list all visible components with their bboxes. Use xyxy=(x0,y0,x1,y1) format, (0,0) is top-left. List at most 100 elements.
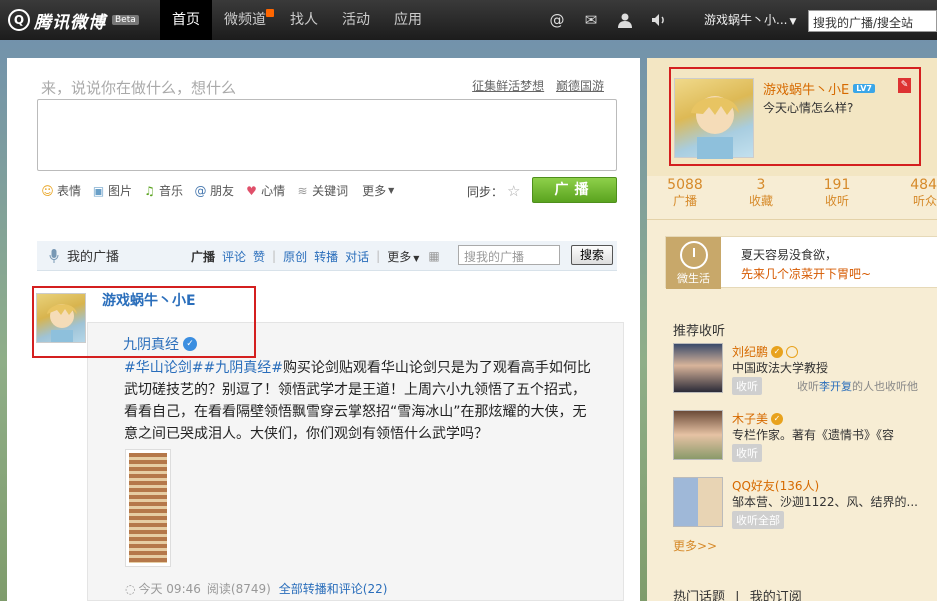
filter-original[interactable]: 原创 xyxy=(283,248,307,265)
divider xyxy=(647,219,937,220)
recommend-desc: 专栏作家。著有《遗情书》《容 xyxy=(732,428,895,442)
highlight-box xyxy=(32,286,256,358)
all-reposts-link[interactable]: 全部转播和评论(22) xyxy=(279,580,388,597)
compose-textarea[interactable] xyxy=(37,99,617,171)
topic-link[interactable]: #九阴真经# xyxy=(203,360,282,376)
feed-filters: 广播 评论 赞 | 原创 转播 对话 | 更多 ▼ ▦ xyxy=(191,241,440,271)
stat-broadcasts[interactable]: 5088 广播 xyxy=(647,177,723,213)
calendar-icon[interactable]: ▦ xyxy=(428,249,439,263)
recommend-name-link[interactable]: 刘纪鹏 ✓ xyxy=(732,343,799,360)
keyword-tool[interactable]: ≋ 关键词 xyxy=(295,182,349,199)
user-menu-label: 游戏蜗牛丶小... xyxy=(704,13,788,27)
recommend-reason-post: 的人也收听他 xyxy=(852,380,918,393)
stat-followers-count: 484 xyxy=(910,177,937,193)
user-menu[interactable]: 游戏蜗牛丶小... ▼ xyxy=(704,0,796,40)
filter-divider: | xyxy=(272,249,277,263)
post-meta: ◌ 今天 09:46 阅读(8749) 全部转播和评论(22) xyxy=(125,580,387,597)
heart-icon: ♥ xyxy=(246,183,257,198)
mail-icon[interactable]: ✉ xyxy=(582,11,600,29)
recommend-name: 木子美 xyxy=(732,412,769,426)
recommend-name-link[interactable]: QQ好友(136人) xyxy=(732,477,819,494)
post-button[interactable]: 广播 xyxy=(532,177,617,203)
highlight-box xyxy=(669,67,921,166)
person-icon[interactable] xyxy=(616,11,634,29)
tab-my-subscriptions[interactable]: 我的订阅 xyxy=(750,590,802,601)
nav-apps[interactable]: 应用 xyxy=(382,0,434,40)
recommend-name-link[interactable]: 木子美 ✓ xyxy=(732,410,784,427)
post-time[interactable]: 今天 09:46 xyxy=(138,580,200,597)
stat-favorites[interactable]: 3 收藏 xyxy=(723,177,799,213)
filter-more[interactable]: 更多 ▼ xyxy=(387,248,419,265)
more-recommend-link[interactable]: 更多>> xyxy=(673,537,717,554)
star-icon[interactable]: ☆ xyxy=(507,182,520,200)
beta-badge: Beta xyxy=(112,15,139,25)
verified-icon: ✓ xyxy=(771,345,784,358)
recommend-reason-link[interactable]: 李开复 xyxy=(819,380,852,393)
microphone-icon xyxy=(49,248,59,263)
filter-broadcast[interactable]: 广播 xyxy=(191,248,215,265)
music-icon: ♫ xyxy=(144,183,155,198)
top-icon-group: @ ✉ xyxy=(548,0,668,40)
tab-hot-topics[interactable]: 热门话题 xyxy=(673,590,725,601)
friend-tool[interactable]: @ 朋友 xyxy=(193,182,235,199)
quoted-post: 九阴真经 ✓ #华山论剑##九阴真经#购买论剑贴观看华山论剑只是为了观看高手如何比… xyxy=(87,322,624,601)
nav-events[interactable]: 活动 xyxy=(330,0,382,40)
logo-icon: Q xyxy=(8,9,30,31)
recommend-item: 刘纪鹏 ✓ 中国政法大学教授 收听 收听李开复的人也收听他 xyxy=(673,343,937,398)
sync-option: 同步： ☆ xyxy=(467,182,520,200)
recommend-avatar[interactable] xyxy=(673,343,723,393)
feed-search-input[interactable]: 搜我的广播 xyxy=(458,245,560,265)
mention-icon[interactable]: @ xyxy=(548,11,566,29)
recommend-title: 推荐收听 xyxy=(673,324,726,339)
nav-home[interactable]: 首页 xyxy=(160,0,212,40)
follow-button[interactable]: 收听 xyxy=(732,377,762,395)
stat-following[interactable]: 191 收听 xyxy=(799,177,875,213)
logo-text: 腾讯微博 xyxy=(34,12,106,33)
filter-conversations[interactable]: 对话 xyxy=(345,248,369,265)
recommend-item: QQ好友(136人) 邹本营、沙迦1122、风、结界的... 收听全部 xyxy=(673,477,937,532)
follow-button[interactable]: 收听 xyxy=(732,444,762,462)
topic-link[interactable]: #华山论剑# xyxy=(124,360,203,376)
at-icon: @ xyxy=(194,183,207,198)
post-image-thumbnail[interactable] xyxy=(125,449,171,567)
follow-all-button[interactable]: 收听全部 xyxy=(732,511,784,529)
micro-life-link[interactable]: 先来几个凉菜开下胃吧~ xyxy=(741,265,871,282)
micro-life-label: 微生活 xyxy=(677,272,710,285)
filter-more-label: 更多 xyxy=(387,249,412,264)
chevron-down-icon: ▼ xyxy=(388,186,395,195)
friends-avatar-grid[interactable] xyxy=(673,477,723,527)
micro-life-card[interactable]: 微生活 夏天容易没食欲， 先来几个凉菜开下胃吧~ xyxy=(665,236,937,289)
quoted-post-text: #华山论剑##九阴真经#购买论剑贴观看华山论剑只是为了观看高手如何比武切磋技艺的… xyxy=(124,357,592,445)
global-search-input[interactable]: 搜我的广播/搜全站 xyxy=(808,10,937,32)
emoji-tool[interactable]: ☺ 表情 xyxy=(40,182,81,199)
image-tool[interactable]: ▣ 图片 xyxy=(91,182,132,199)
top-navigation-bar: Q 腾讯微博 Beta 首页 微频道 找人 活动 应用 @ ✉ 游戏蜗牛丶小..… xyxy=(0,0,937,40)
mood-tool-label: 心情 xyxy=(261,184,286,198)
new-badge-icon xyxy=(266,9,274,17)
music-tool[interactable]: ♫ 音乐 xyxy=(142,182,183,199)
stat-broadcasts-label: 广播 xyxy=(672,194,697,208)
filter-comments[interactable]: 评论 xyxy=(222,248,246,265)
promo-link-dream[interactable]: 征集鲜活梦想 xyxy=(472,79,544,93)
recommend-reason-pre: 收听 xyxy=(797,380,819,393)
nav-find-people[interactable]: 找人 xyxy=(278,0,330,40)
stat-favorites-count: 3 xyxy=(756,177,766,193)
more-tools-dropdown[interactable]: 更多 ▼ xyxy=(362,182,394,199)
recommend-avatar[interactable] xyxy=(673,410,723,460)
tencent-weibo-logo[interactable]: Q 腾讯微博 Beta xyxy=(8,8,139,33)
post-reads: 阅读(8749) xyxy=(206,582,271,596)
chevron-down-icon: ▼ xyxy=(413,253,420,263)
feed-search-button[interactable]: 搜索 xyxy=(571,245,613,265)
mood-tool[interactable]: ♥ 心情 xyxy=(244,182,285,199)
stat-followers[interactable]: 484 听众 xyxy=(875,177,937,213)
promo-link-germany[interactable]: 巅德国游 xyxy=(556,79,604,93)
image-icon: ▣ xyxy=(92,183,105,198)
speaker-icon[interactable] xyxy=(650,11,668,29)
music-tool-label: 音乐 xyxy=(159,184,184,198)
filter-reposts[interactable]: 转播 xyxy=(314,248,338,265)
filter-likes[interactable]: 赞 xyxy=(253,248,265,265)
stat-following-count: 191 xyxy=(823,177,851,193)
feed-title: 我的广播 xyxy=(67,250,120,265)
nav-channels[interactable]: 微频道 xyxy=(212,0,278,40)
recommend-name: 刘纪鹏 xyxy=(732,345,769,359)
